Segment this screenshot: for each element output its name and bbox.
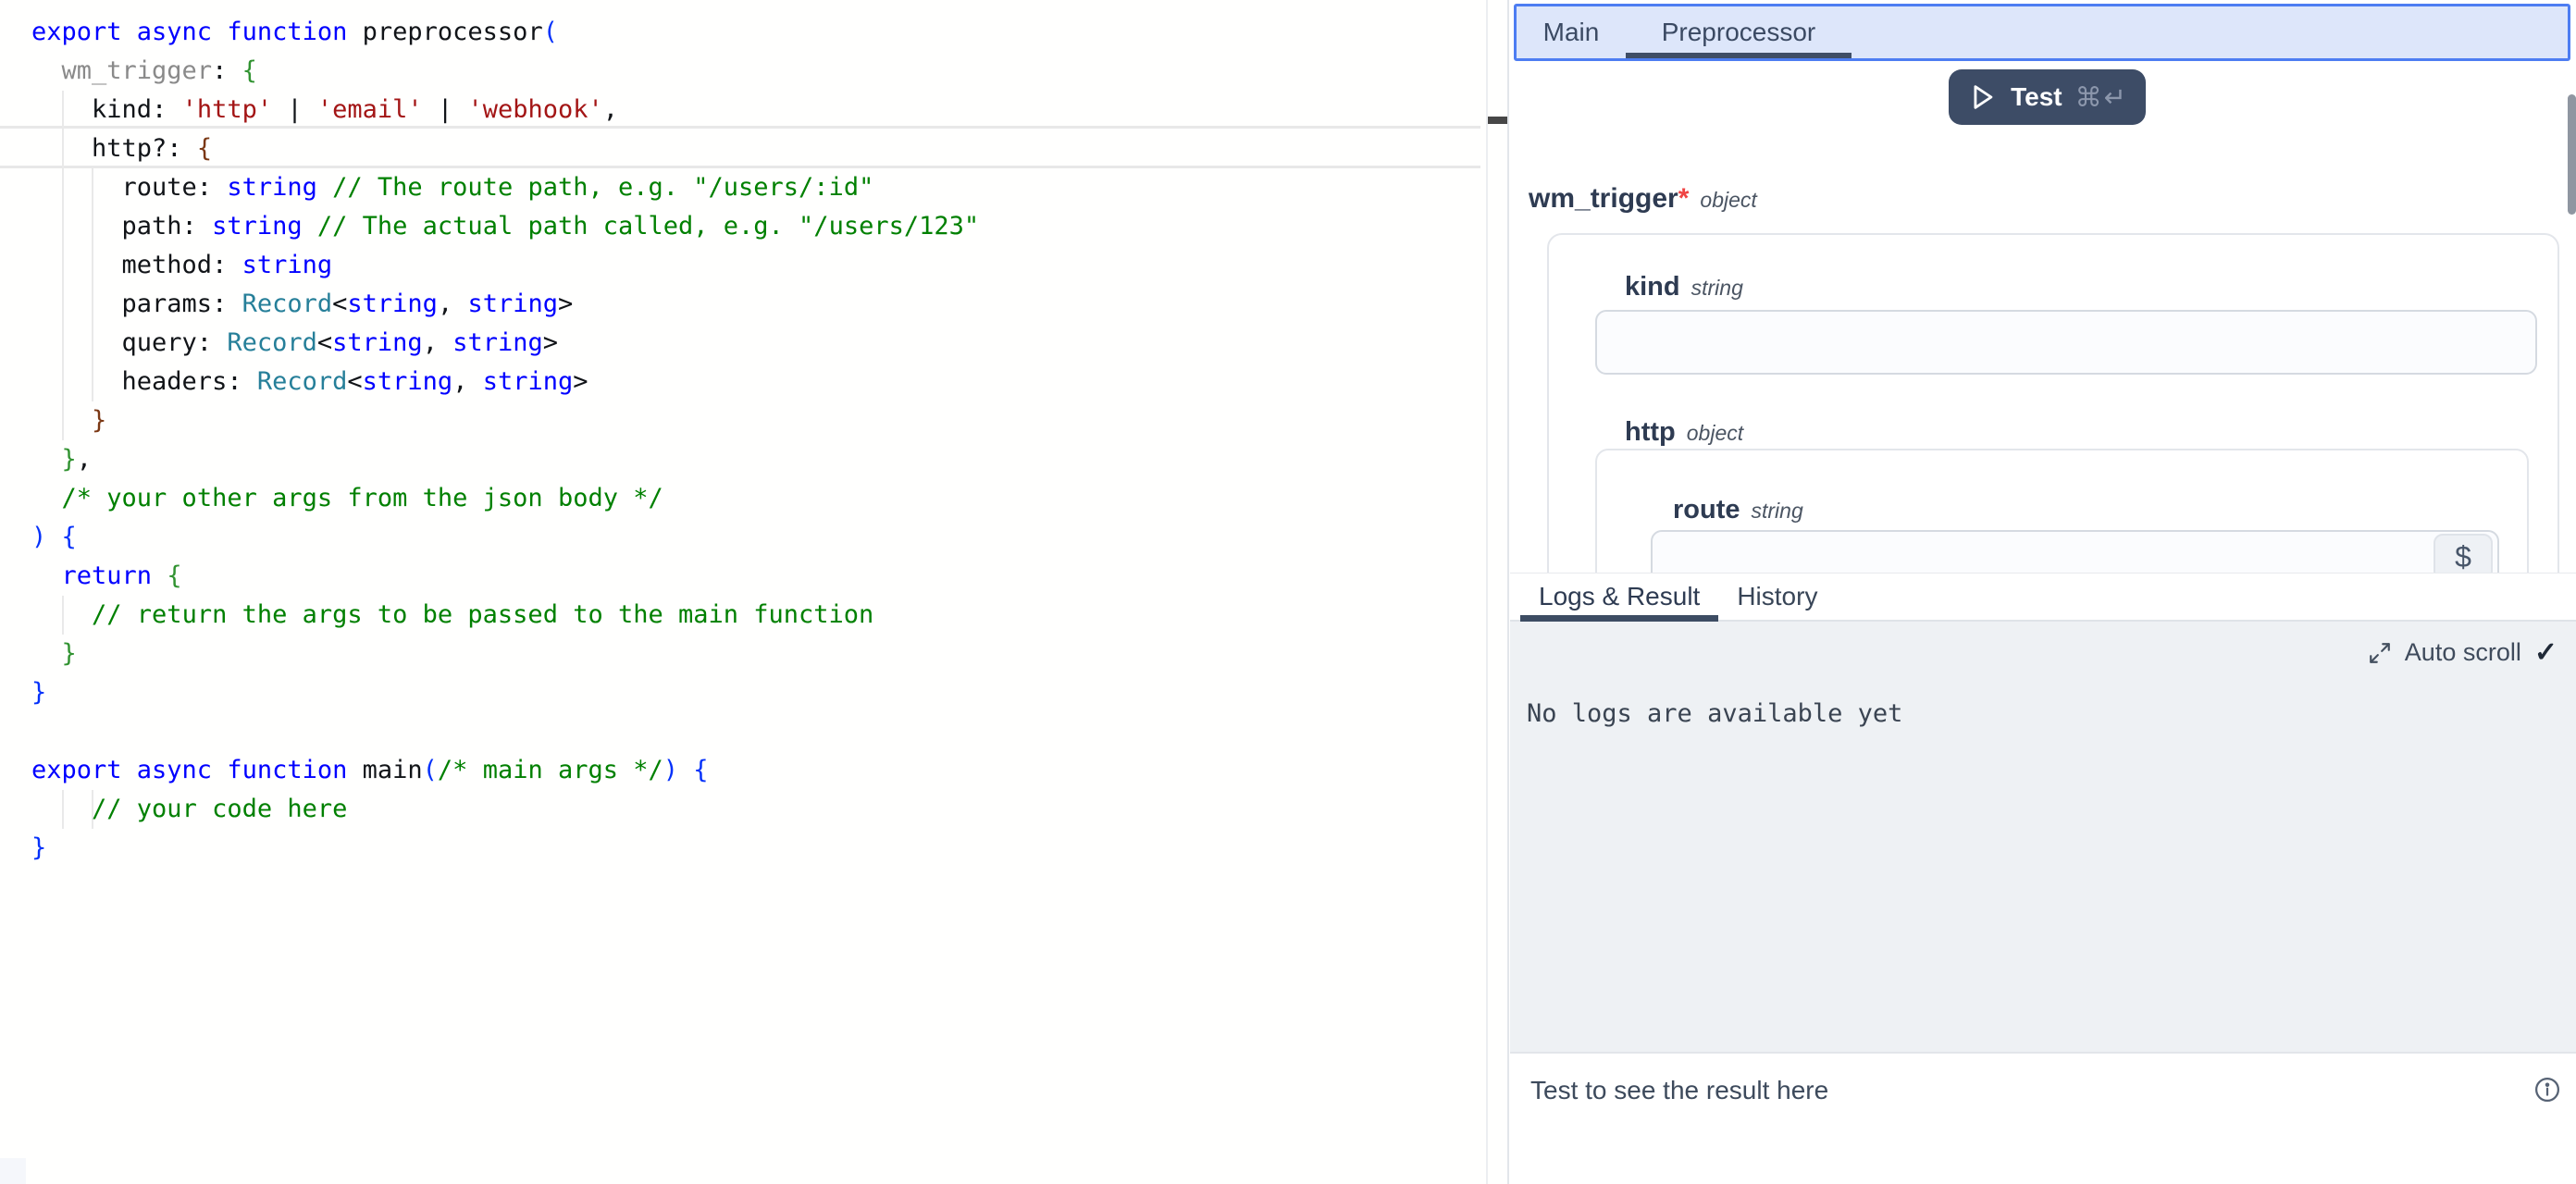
overview-ruler-cursor-marker [1486,117,1508,124]
code-line: route: string // The route path, e.g. "/… [31,168,979,207]
code-line: method: string [31,246,979,285]
code-line: headers: Record<string, string> [31,363,979,401]
code-line: // return the args to be passed to the m… [31,596,979,635]
code-line: } [31,673,979,712]
code-line: // your code here [31,790,979,829]
no-logs-message: No logs are available yet [1527,699,1902,728]
active-tab-underline [1626,53,1852,58]
code-line: kind: 'http' | 'email' | 'webhook', [31,91,979,130]
code-line: }, [31,440,979,479]
code-line: /* your other args from the json body */ [31,479,979,518]
wm-trigger-header: wm_trigger* object [1529,183,1757,215]
tab-history[interactable]: History [1718,574,1836,620]
tab-preprocessor[interactable]: Preprocessor [1626,6,1852,58]
logs-result-section: Logs & Result History Auto scroll ✓ No l… [1510,573,2576,1184]
field-name: wm_trigger [1529,183,1678,214]
windmill-script-editor: export async function preprocessor( wm_t… [0,0,2576,1184]
panel-scrollbar-thumb[interactable] [2568,94,2576,215]
editor-bottom-corner [0,1158,26,1184]
auto-scroll-toggle[interactable]: Auto scroll ✓ [2368,636,2557,669]
code-line: return { [31,557,979,596]
kind-input[interactable] [1595,310,2537,375]
code-line: ) { [31,518,979,557]
code-line [31,712,979,751]
tab-main-label: Main [1543,18,1600,47]
code-line: } [31,401,979,440]
dollar-icon: $ [2455,540,2471,574]
kind-label: kindstring [1625,272,1743,302]
check-icon: ✓ [2534,636,2557,669]
code-editor[interactable]: export async function preprocessor( wm_t… [0,0,1484,1184]
code-line: export async function main(/* main args … [31,751,979,790]
code-line: http?: { [31,130,979,168]
logs-body: Auto scroll ✓ No logs are available yet [1510,622,2576,1052]
code-line: } [31,635,979,673]
code-line: query: Record<string, string> [31,324,979,363]
panel-divider[interactable] [1507,0,1509,1184]
result-area: Test to see the result here [1510,1052,2576,1184]
logs-active-underline [1520,615,1718,622]
code-line: wm_trigger: { [31,52,979,91]
code-line: params: Record<string, string> [31,285,979,324]
expand-icon[interactable] [2368,641,2392,665]
editor-right-edge [1486,0,1488,1184]
code-line: path: string // The actual path called, … [31,207,979,246]
wm-trigger-object-card: kindstring httpobject routestring $ [1547,233,2559,573]
info-icon[interactable] [2533,1076,2561,1104]
function-tabbar: Main Preprocessor [1514,4,2570,61]
route-input[interactable] [1651,530,2499,573]
auto-scroll-label: Auto scroll [2405,638,2521,667]
tab-logs-result[interactable]: Logs & Result [1520,574,1718,620]
route-label: routestring [1673,495,1803,525]
tab-preprocessor-label: Preprocessor [1662,18,1816,47]
schema-form: wm_trigger* object kindstring httpobject … [1510,61,2576,573]
result-placeholder: Test to see the result here [1530,1076,1828,1105]
logs-tabbar: Logs & Result History [1510,573,2576,622]
code-line: export async function preprocessor( [31,13,979,52]
route-field: $ [1651,530,2499,573]
http-object-card: routestring $ path [1595,449,2529,573]
http-label: httpobject [1625,417,1743,448]
variable-picker-button[interactable]: $ [2434,534,2493,573]
code-line: } [31,829,979,868]
run-preview-panel: Main Preprocessor Test ⌘↵ wm_trigger*obj… [1510,0,2576,1184]
required-asterisk: * [1678,183,1690,214]
field-type: object [1700,188,1756,212]
code-content[interactable]: export async function preprocessor( wm_t… [31,13,979,868]
tab-main[interactable]: Main [1517,6,1626,58]
